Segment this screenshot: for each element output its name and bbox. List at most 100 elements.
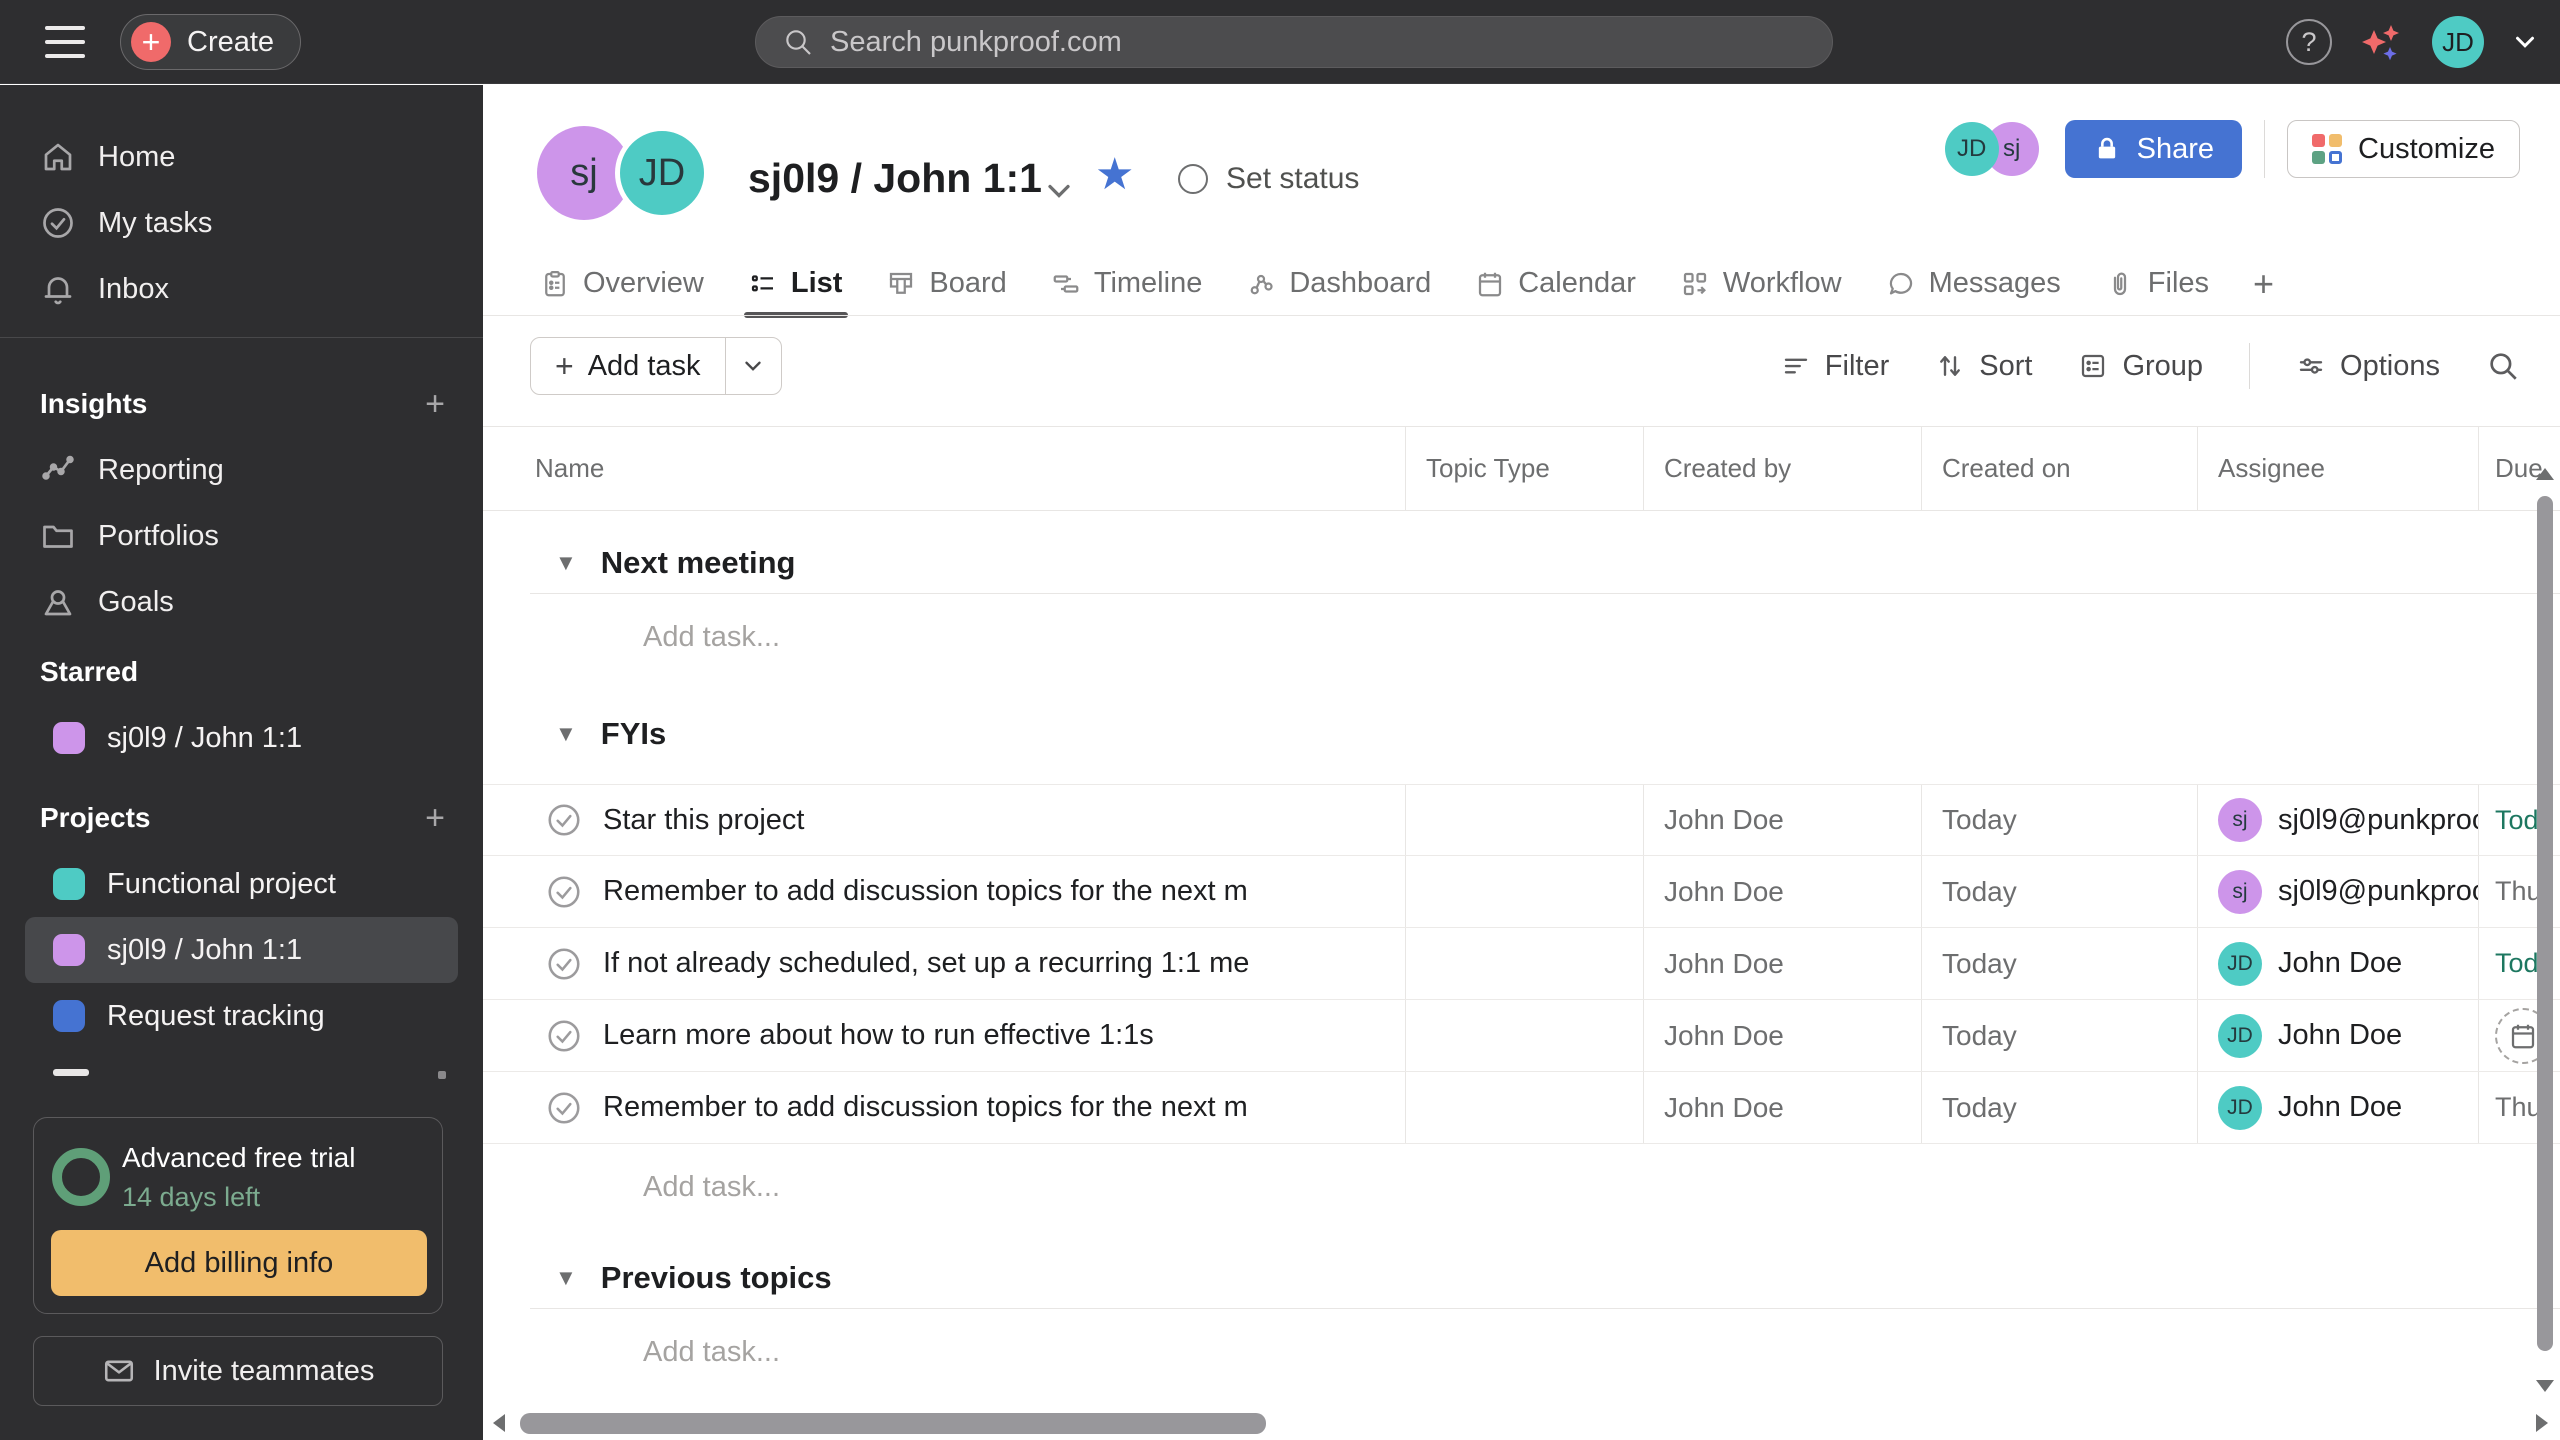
search-tasks-button[interactable] bbox=[2486, 349, 2520, 383]
group-button[interactable]: Group bbox=[2078, 350, 2203, 383]
task-complete-icon[interactable] bbox=[545, 801, 583, 839]
assignee-cell[interactable]: JD John Doe bbox=[2197, 928, 2478, 999]
section-header-previous-topics[interactable]: ▼ Previous topics bbox=[483, 1248, 2560, 1308]
sidebar-item-portfolios[interactable]: Portfolios bbox=[0, 503, 483, 569]
sidebar-item-starred-project[interactable]: sj0l9 / John 1:1 bbox=[25, 705, 458, 771]
column-header-assignee[interactable]: Assignee bbox=[2197, 427, 2478, 510]
collapse-triangle-icon[interactable]: ▼ bbox=[555, 1265, 577, 1291]
section-header-next-meeting[interactable]: ▼ Next meeting bbox=[483, 533, 2560, 593]
insights-add-icon[interactable]: + bbox=[425, 385, 445, 424]
add-task-row[interactable]: Add task... bbox=[483, 1144, 2560, 1230]
home-icon bbox=[44, 143, 72, 171]
table-row[interactable]: Remember to add discussion topics for th… bbox=[483, 856, 2560, 928]
user-avatar[interactable]: JD bbox=[2432, 16, 2484, 68]
sidebar-item-my-tasks[interactable]: My tasks bbox=[0, 190, 483, 256]
table-row[interactable]: Learn more about how to run effective 1:… bbox=[483, 1000, 2560, 1072]
topic-type-cell[interactable] bbox=[1405, 928, 1643, 999]
tab-overview[interactable]: Overview bbox=[540, 251, 704, 316]
projects-add-icon[interactable]: + bbox=[425, 799, 445, 838]
header-separator bbox=[2264, 120, 2265, 178]
create-button[interactable]: + Create bbox=[120, 14, 302, 70]
add-task-row[interactable]: Add task... bbox=[483, 1309, 2560, 1395]
member-avatars[interactable]: JD sj bbox=[1944, 122, 2039, 176]
filter-button[interactable]: Filter bbox=[1781, 350, 1889, 383]
help-button[interactable]: ? bbox=[2286, 19, 2332, 65]
collapse-triangle-icon[interactable]: ▼ bbox=[555, 550, 577, 576]
sidebar-item-home[interactable]: Home bbox=[0, 124, 483, 190]
search-input[interactable]: Search punkproof.com bbox=[755, 16, 1833, 68]
task-name[interactable]: If not already scheduled, set up a recur… bbox=[603, 947, 1249, 980]
assignee-cell[interactable]: sj sj0l9@punkproo... bbox=[2197, 856, 2478, 927]
task-name[interactable]: Remember to add discussion topics for th… bbox=[603, 1091, 1248, 1124]
title-chevron-down-icon[interactable] bbox=[1041, 173, 1077, 209]
table-row[interactable]: Remember to add discussion topics for th… bbox=[483, 1072, 2560, 1144]
task-name[interactable]: Remember to add discussion topics for th… bbox=[603, 875, 1248, 908]
horizontal-scrollbar[interactable] bbox=[483, 1408, 2560, 1440]
sidebar-item-functional-project[interactable]: Functional project bbox=[25, 851, 458, 917]
add-tab-icon[interactable]: + bbox=[2253, 263, 2274, 305]
customize-button[interactable]: Customize bbox=[2287, 120, 2520, 178]
sparkles-ai-icon[interactable] bbox=[2358, 18, 2406, 66]
task-name[interactable]: Learn more about how to run effective 1:… bbox=[603, 1019, 1154, 1052]
task-name[interactable]: Star this project bbox=[603, 804, 804, 837]
tab-list[interactable]: List bbox=[743, 251, 848, 318]
tab-board[interactable]: Board bbox=[886, 251, 1007, 316]
topic-type-cell[interactable] bbox=[1405, 785, 1643, 855]
table-row[interactable]: Star this project John Doe Today sj sj0l… bbox=[483, 784, 2560, 856]
sort-button[interactable]: Sort bbox=[1935, 350, 2032, 383]
column-header-created-on[interactable]: Created on bbox=[1921, 427, 2197, 510]
topic-type-cell[interactable] bbox=[1405, 856, 1643, 927]
assignee-cell[interactable]: sj sj0l9@punkproo... bbox=[2197, 785, 2478, 855]
sidebar-item-reporting[interactable]: Reporting bbox=[0, 437, 483, 503]
share-button[interactable]: Share bbox=[2064, 120, 2242, 178]
paperclip-icon bbox=[2113, 272, 2126, 295]
scroll-down-icon[interactable] bbox=[2536, 1380, 2554, 1392]
vertical-scrollbar-thumb[interactable] bbox=[2537, 496, 2553, 1351]
table-header: Name Topic Type Created by Created on As… bbox=[483, 426, 2560, 511]
topic-type-cell[interactable] bbox=[1405, 1072, 1643, 1143]
column-header-topic-type[interactable]: Topic Type bbox=[1405, 427, 1643, 510]
scroll-up-icon[interactable] bbox=[2536, 468, 2554, 480]
project-color-swatch bbox=[53, 934, 85, 966]
options-button[interactable]: Options bbox=[2296, 350, 2440, 383]
horizontal-scrollbar-thumb[interactable] bbox=[520, 1413, 1266, 1434]
add-task-row[interactable]: Add task... bbox=[483, 594, 2560, 680]
plus-icon: + bbox=[555, 347, 574, 384]
add-billing-info-button[interactable]: Add billing info bbox=[51, 1230, 427, 1296]
main-area: sj JD sj0l9 / John 1:1 ★ Set status JD s… bbox=[483, 85, 2560, 1440]
tab-messages[interactable]: Messages bbox=[1886, 251, 2061, 316]
vertical-scrollbar[interactable] bbox=[2533, 460, 2557, 1400]
invite-teammates-button[interactable]: Invite teammates bbox=[33, 1336, 443, 1406]
task-complete-icon[interactable] bbox=[545, 945, 583, 983]
task-complete-icon[interactable] bbox=[545, 1017, 583, 1055]
tab-calendar[interactable]: Calendar bbox=[1475, 251, 1636, 316]
add-task-button[interactable]: + Add task bbox=[531, 338, 725, 394]
column-header-created-by[interactable]: Created by bbox=[1643, 427, 1921, 510]
add-task-dropdown-button[interactable] bbox=[724, 338, 781, 394]
tab-workflow[interactable]: Workflow bbox=[1680, 251, 1842, 316]
scroll-left-icon[interactable] bbox=[493, 1414, 505, 1432]
created-on-cell: Today bbox=[1921, 1000, 2197, 1071]
sidebar-item-inbox[interactable]: Inbox bbox=[0, 256, 483, 322]
section-header-fyis[interactable]: ▼ FYIs bbox=[483, 704, 2560, 764]
sidebar-item-goals[interactable]: Goals bbox=[0, 569, 483, 635]
folder-icon bbox=[43, 525, 73, 548]
account-chevron-down-icon[interactable] bbox=[2510, 27, 2540, 57]
collapse-triangle-icon[interactable]: ▼ bbox=[555, 721, 577, 747]
table-row[interactable]: If not already scheduled, set up a recur… bbox=[483, 928, 2560, 1000]
assignee-cell[interactable]: JD John Doe bbox=[2197, 1072, 2478, 1143]
task-complete-icon[interactable] bbox=[545, 873, 583, 911]
topic-type-cell[interactable] bbox=[1405, 1000, 1643, 1071]
tab-dashboard[interactable]: Dashboard bbox=[1246, 251, 1431, 316]
tab-timeline[interactable]: Timeline bbox=[1051, 251, 1202, 316]
star-toggle-icon[interactable]: ★ bbox=[1095, 153, 1134, 197]
sidebar-item-sj0l9-john-11[interactable]: sj0l9 / John 1:1 bbox=[25, 917, 458, 983]
set-status-button[interactable]: Set status bbox=[1178, 162, 1359, 196]
column-header-name[interactable]: Name bbox=[483, 427, 1405, 510]
scroll-right-icon[interactable] bbox=[2536, 1414, 2548, 1432]
tab-files[interactable]: Files bbox=[2105, 251, 2209, 316]
assignee-cell[interactable]: JD John Doe bbox=[2197, 1000, 2478, 1071]
task-complete-icon[interactable] bbox=[545, 1089, 583, 1127]
sidebar-toggle-icon[interactable] bbox=[45, 26, 85, 58]
sidebar-item-request-tracking[interactable]: Request tracking bbox=[25, 983, 458, 1049]
